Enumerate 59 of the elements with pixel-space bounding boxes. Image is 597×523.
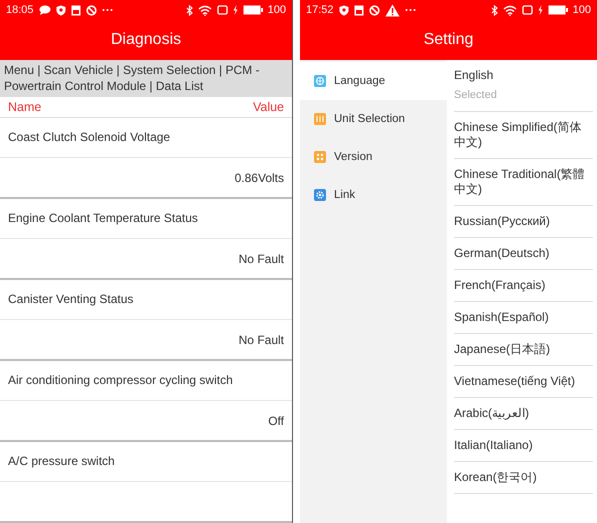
sidebar-item[interactable]: Unit Selection	[300, 100, 447, 138]
sidebar-item[interactable]: Version	[300, 138, 447, 176]
chat-bubble-icon	[38, 5, 51, 15]
sidebar-item[interactable]: Language	[300, 62, 447, 100]
parameter-name: A/C pressure switch	[8, 454, 115, 469]
column-header: Name	[8, 100, 42, 114]
language-option[interactable]: Chinese Traditional(繁體中文)	[454, 159, 593, 206]
more-icon	[102, 8, 113, 12]
parameter-value: No Fault	[238, 252, 284, 266]
screen-icon	[522, 5, 533, 15]
clock-time: 17:52	[306, 4, 334, 16]
battery-level: 100	[572, 4, 591, 16]
breadcrumb: Menu | Scan Vehicle | System Selection | PCM - Powertrain Control Module | Data List	[0, 60, 292, 97]
language-option[interactable]: Italian(Italiano)	[454, 430, 593, 462]
parameter-name: Engine Coolant Temperature Status	[8, 211, 198, 226]
language-option[interactable]: Korean(한국어)	[454, 462, 593, 494]
wifi-icon	[502, 4, 517, 16]
clock-time: 18:05	[6, 4, 34, 16]
wifi-icon	[198, 4, 212, 16]
shield-icon	[338, 4, 349, 16]
parameter-name: Air conditioning compressor cycling switch	[8, 373, 233, 388]
blocked-icon	[86, 4, 97, 16]
lightning-icon	[538, 5, 543, 15]
column-header: Value	[252, 100, 284, 114]
language-option[interactable]: Russian(Русский)	[454, 206, 593, 238]
sidebar-item[interactable]: Link	[300, 176, 447, 214]
language-option[interactable]: Vietnamese(tiếng Việt)	[454, 366, 593, 398]
language-option[interactable]: Arabic(العربية)	[454, 398, 593, 430]
selected-label: Selected	[454, 88, 498, 103]
sd-card-icon	[354, 4, 364, 16]
screen-title: Diagnosis	[110, 30, 182, 50]
bluetooth-icon	[186, 4, 193, 16]
grid-icon	[314, 151, 326, 163]
language-option[interactable]: French(Français)	[454, 270, 593, 302]
battery-icon	[548, 5, 568, 15]
language-option[interactable]: Japanese(日本語)	[454, 334, 593, 366]
language-option[interactable]: Spanish(Español)	[454, 302, 593, 334]
sd-card-icon	[70, 4, 81, 16]
language-option[interactable]: German(Deutsch)	[454, 238, 593, 270]
shield-icon	[56, 4, 66, 16]
ruler-icon	[314, 113, 326, 125]
bluetooth-icon	[490, 4, 498, 16]
parameter-value: No Fault	[238, 332, 284, 346]
battery-level: 100	[268, 4, 286, 16]
gear-icon	[314, 189, 326, 201]
lightning-icon	[232, 5, 238, 15]
language-option[interactable]: Chinese Simplified(简体中文)	[454, 112, 593, 159]
parameter-value: 0.86Volts	[234, 170, 284, 184]
language-option[interactable]: English	[454, 68, 593, 83]
screen-title: Setting	[422, 30, 474, 50]
screen-icon	[216, 5, 228, 15]
parameter-name: Canister Venting Status	[8, 292, 134, 307]
parameter-name: Coast Clutch Solenoid Voltage	[8, 130, 170, 145]
warning-icon	[384, 4, 400, 16]
globe-icon	[314, 75, 326, 87]
parameter-value: Off	[268, 414, 284, 428]
battery-icon	[242, 5, 263, 15]
more-icon	[404, 8, 416, 12]
blocked-icon	[368, 4, 380, 16]
